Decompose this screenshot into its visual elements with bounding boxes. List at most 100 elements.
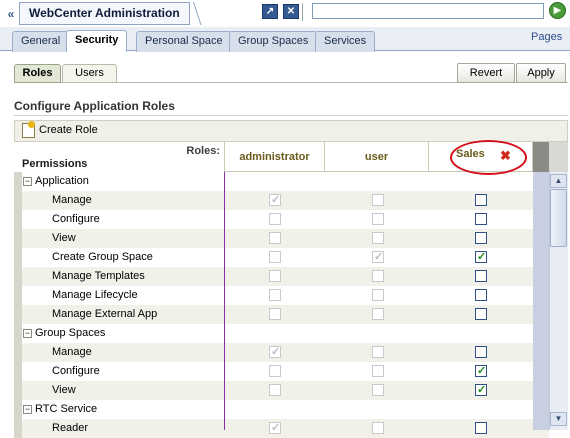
permissions-label: Permissions: [22, 158, 88, 170]
permission-label: Configure: [52, 365, 100, 377]
collapse-icon[interactable]: −: [23, 405, 32, 414]
section-title: Configure Application Roles: [14, 99, 175, 113]
row-selector[interactable]: [14, 400, 22, 419]
collapse-icon[interactable]: −: [23, 177, 32, 186]
table-row: [14, 419, 549, 438]
permission-label: Create Group Space: [52, 251, 153, 263]
checkbox-user: [372, 232, 384, 244]
checkbox-sales[interactable]: [475, 213, 487, 225]
app-title: WebCenter Administration: [19, 2, 190, 25]
table-row: [14, 381, 549, 400]
checkbox-admin: [269, 213, 281, 225]
pages-link[interactable]: Pages: [531, 31, 562, 43]
group-label: Application: [35, 175, 89, 187]
checkbox-admin: [269, 365, 281, 377]
checkbox-sales[interactable]: [475, 346, 487, 358]
revert-button[interactable]: Revert: [457, 63, 515, 83]
collapse-icon[interactable]: −: [23, 329, 32, 338]
row-selector[interactable]: [14, 172, 22, 191]
roles-label: Roles:: [186, 145, 220, 157]
row-selector[interactable]: [14, 362, 22, 381]
column-administrator: administrator: [225, 142, 325, 172]
table-row: [14, 343, 549, 362]
permission-label: View: [52, 232, 76, 244]
checkbox-user: [372, 270, 384, 282]
scroll-up-icon[interactable]: ▲: [550, 174, 567, 188]
checkbox-user: [372, 365, 384, 377]
checkbox-user: [372, 289, 384, 301]
row-selector[interactable]: [14, 248, 22, 267]
permission-label: Manage Templates: [52, 270, 145, 282]
row-selector[interactable]: [14, 229, 22, 248]
apply-button[interactable]: Apply: [516, 63, 566, 83]
checkbox-user: [372, 213, 384, 225]
tab-services[interactable]: Services: [315, 31, 376, 52]
row-selector[interactable]: [14, 419, 22, 438]
section-divider: [14, 115, 568, 116]
row-selector[interactable]: [14, 191, 22, 210]
go-icon[interactable]: ▶: [549, 2, 566, 19]
checkbox-admin: [269, 384, 281, 396]
subtab-users[interactable]: Users: [62, 64, 117, 83]
checkbox-user: [372, 194, 384, 206]
search-input[interactable]: [312, 3, 544, 19]
header-scroll-cap: [533, 142, 549, 172]
share-icon[interactable]: ↗: [262, 4, 278, 19]
column-strip: [533, 172, 549, 430]
close-icon[interactable]: ✕: [283, 4, 299, 19]
scrollbar-corner: [549, 142, 568, 172]
tab-personal-space[interactable]: Personal Space: [136, 31, 232, 52]
collapse-icon[interactable]: «: [4, 6, 18, 22]
subtab-roles[interactable]: Roles: [14, 64, 61, 83]
tab-general[interactable]: General: [12, 31, 70, 52]
checkbox-admin: [269, 270, 281, 282]
column-divider: [224, 172, 225, 430]
table-row: [14, 191, 549, 210]
checkbox-user: [372, 250, 384, 263]
checkbox-admin: [269, 308, 281, 320]
tab-group-spaces[interactable]: Group Spaces: [229, 31, 318, 52]
permission-label: Configure: [52, 213, 100, 225]
divider: [302, 3, 303, 21]
checkbox-user: [372, 346, 384, 358]
row-selector[interactable]: [14, 286, 22, 305]
create-role-icon[interactable]: [22, 121, 35, 138]
permission-label: Manage External App: [52, 308, 158, 320]
create-role-button[interactable]: Create Role: [39, 124, 98, 136]
permission-label: Manage: [52, 194, 92, 206]
table-row: [14, 229, 549, 248]
group-label: Group Spaces: [35, 327, 106, 339]
row-selector[interactable]: [14, 267, 22, 286]
checkbox-admin: [269, 232, 281, 244]
checkbox-sales[interactable]: [475, 232, 487, 244]
permission-label: Reader: [52, 422, 89, 434]
checkbox-admin: [269, 421, 281, 434]
tab-security[interactable]: Security: [66, 30, 128, 52]
row-selector[interactable]: [14, 210, 22, 229]
row-selector[interactable]: [14, 305, 22, 324]
row-selector[interactable]: [14, 324, 22, 343]
column-user: user: [325, 142, 429, 172]
checkbox-sales[interactable]: [475, 383, 487, 396]
group-row: [14, 172, 549, 191]
checkbox-sales[interactable]: [475, 289, 487, 301]
checkbox-sales[interactable]: [475, 422, 487, 434]
row-selector[interactable]: [14, 343, 22, 362]
checkbox-sales[interactable]: [475, 250, 487, 263]
checkbox-user: [372, 422, 384, 434]
checkbox-admin: [269, 251, 281, 263]
checkbox-admin: [269, 289, 281, 301]
checkbox-sales[interactable]: [475, 270, 487, 282]
permission-label: View: [52, 384, 76, 396]
scroll-thumb[interactable]: [550, 189, 567, 247]
group-label: RTC Service: [35, 403, 98, 415]
row-selector[interactable]: [14, 381, 22, 400]
permission-label: Manage Lifecycle: [52, 289, 138, 301]
checkbox-sales[interactable]: [475, 194, 487, 206]
scroll-down-icon[interactable]: ▼: [550, 412, 567, 426]
highlight-oval: [450, 140, 527, 175]
permission-label: Manage: [52, 346, 92, 358]
checkbox-sales[interactable]: [475, 364, 487, 377]
checkbox-sales[interactable]: [475, 308, 487, 320]
checkbox-user: [372, 308, 384, 320]
